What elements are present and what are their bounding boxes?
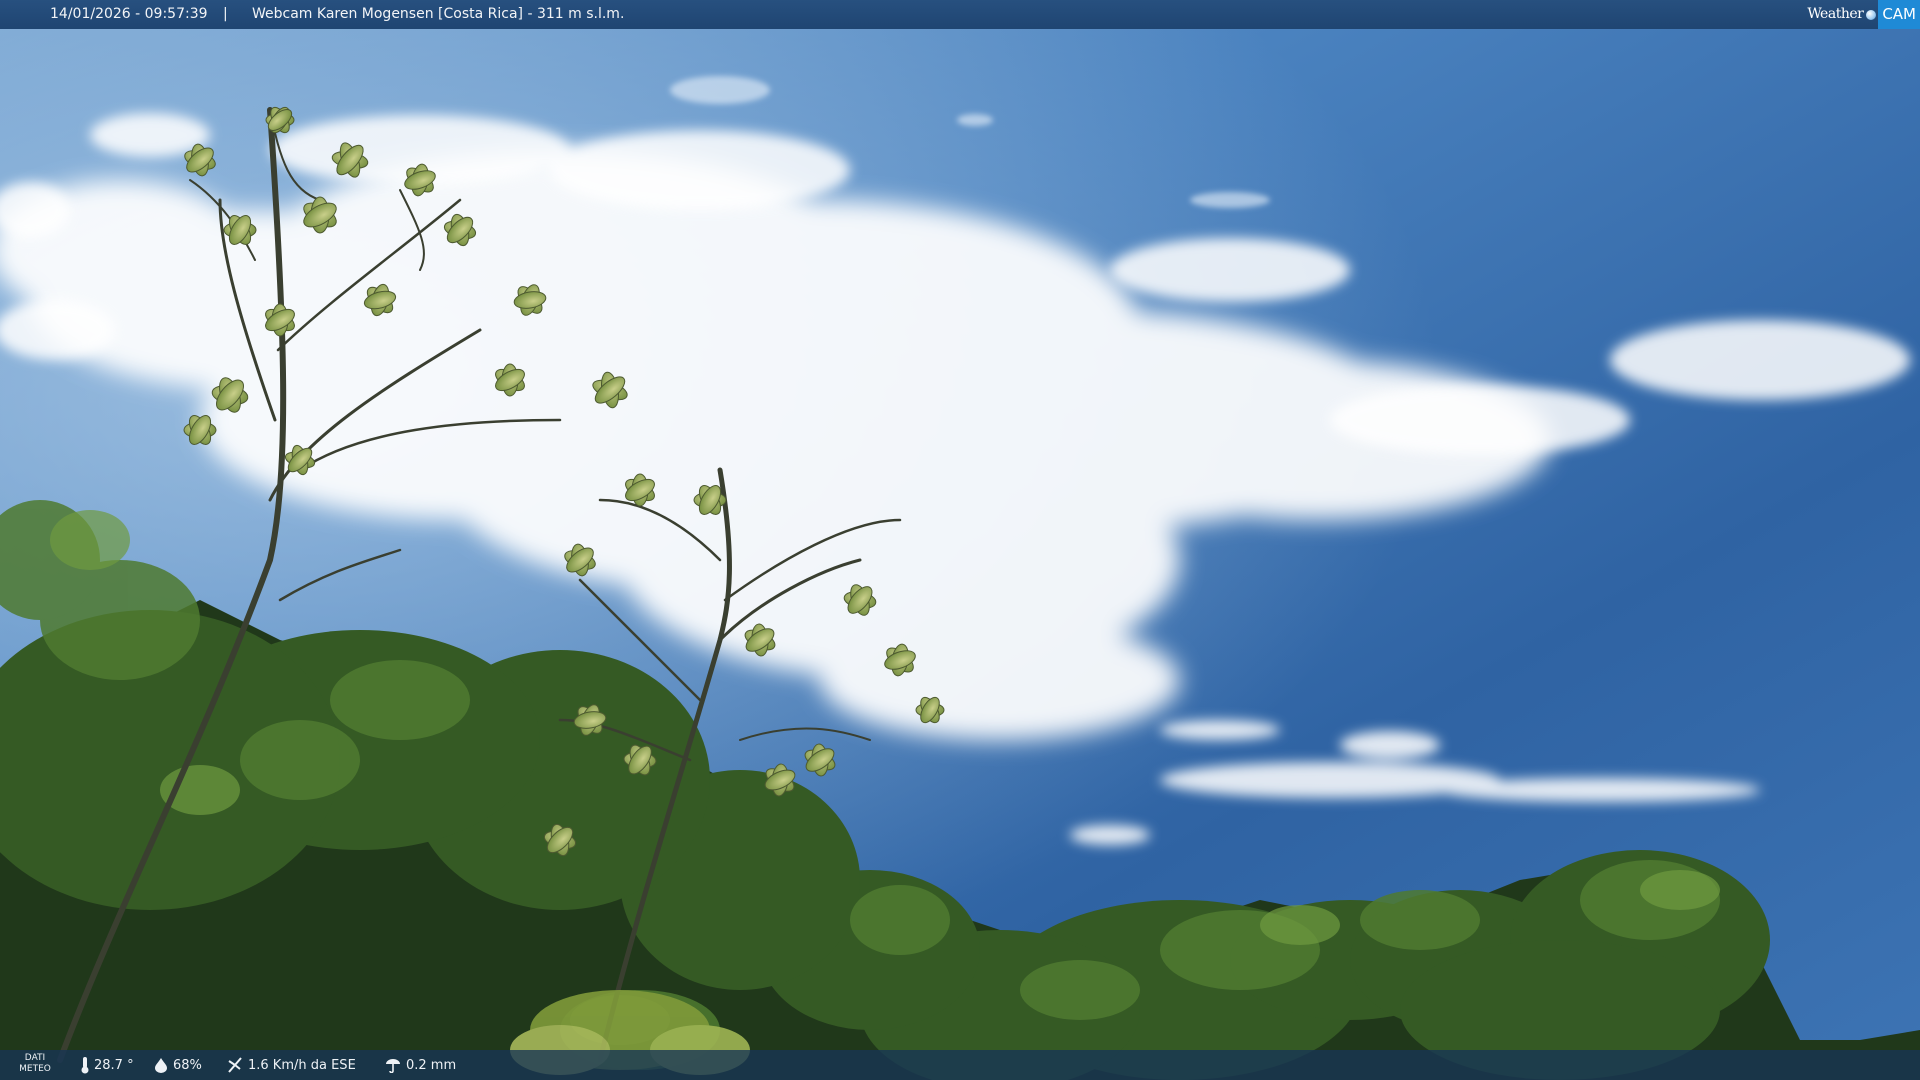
webcam-image	[0, 0, 1920, 1080]
droplet-icon	[155, 1058, 167, 1073]
thermometer-icon	[81, 1057, 89, 1074]
humidity-value: 68%	[173, 1057, 202, 1073]
wind-value: 1.6 Km/h da ESE	[248, 1057, 356, 1073]
rain-gauge-icon	[386, 1059, 400, 1073]
header-separator: |	[223, 6, 228, 22]
temperature-reading: 28.7 °	[80, 1050, 134, 1080]
rain-reading: 0.2 mm	[384, 1050, 456, 1080]
label-line-1: DATI	[24, 1053, 46, 1063]
logo-cam-text: CAM	[1878, 0, 1920, 29]
weathercam-logo: Weather CAM	[1807, 0, 1920, 29]
header-overlay: 14/01/2026 - 09:57:39 | Webcam Karen Mog…	[0, 0, 1920, 29]
wind-reading: 1.6 Km/h da ESE	[226, 1050, 356, 1080]
label-line-2: METEO	[19, 1064, 51, 1074]
landscape-scene	[0, 0, 1920, 1080]
wind-icon	[228, 1057, 242, 1073]
timestamp: 14/01/2026 - 09:57:39	[50, 6, 208, 22]
humidity-reading: 68%	[153, 1050, 202, 1080]
temperature-value: 28.7 °	[94, 1057, 134, 1073]
globe-icon	[1866, 9, 1877, 20]
rain-value: 0.2 mm	[406, 1057, 457, 1073]
logo-weather-text: Weather	[1807, 6, 1864, 22]
webcam-title: Webcam Karen Mogensen [Costa Rica] - 311…	[252, 6, 625, 22]
weather-data-bar: DATI METEO 28.7 ° 68% 1.6 Km/h da ESE 0.…	[0, 1050, 1920, 1080]
weather-data-label: DATI METEO	[18, 1053, 52, 1075]
